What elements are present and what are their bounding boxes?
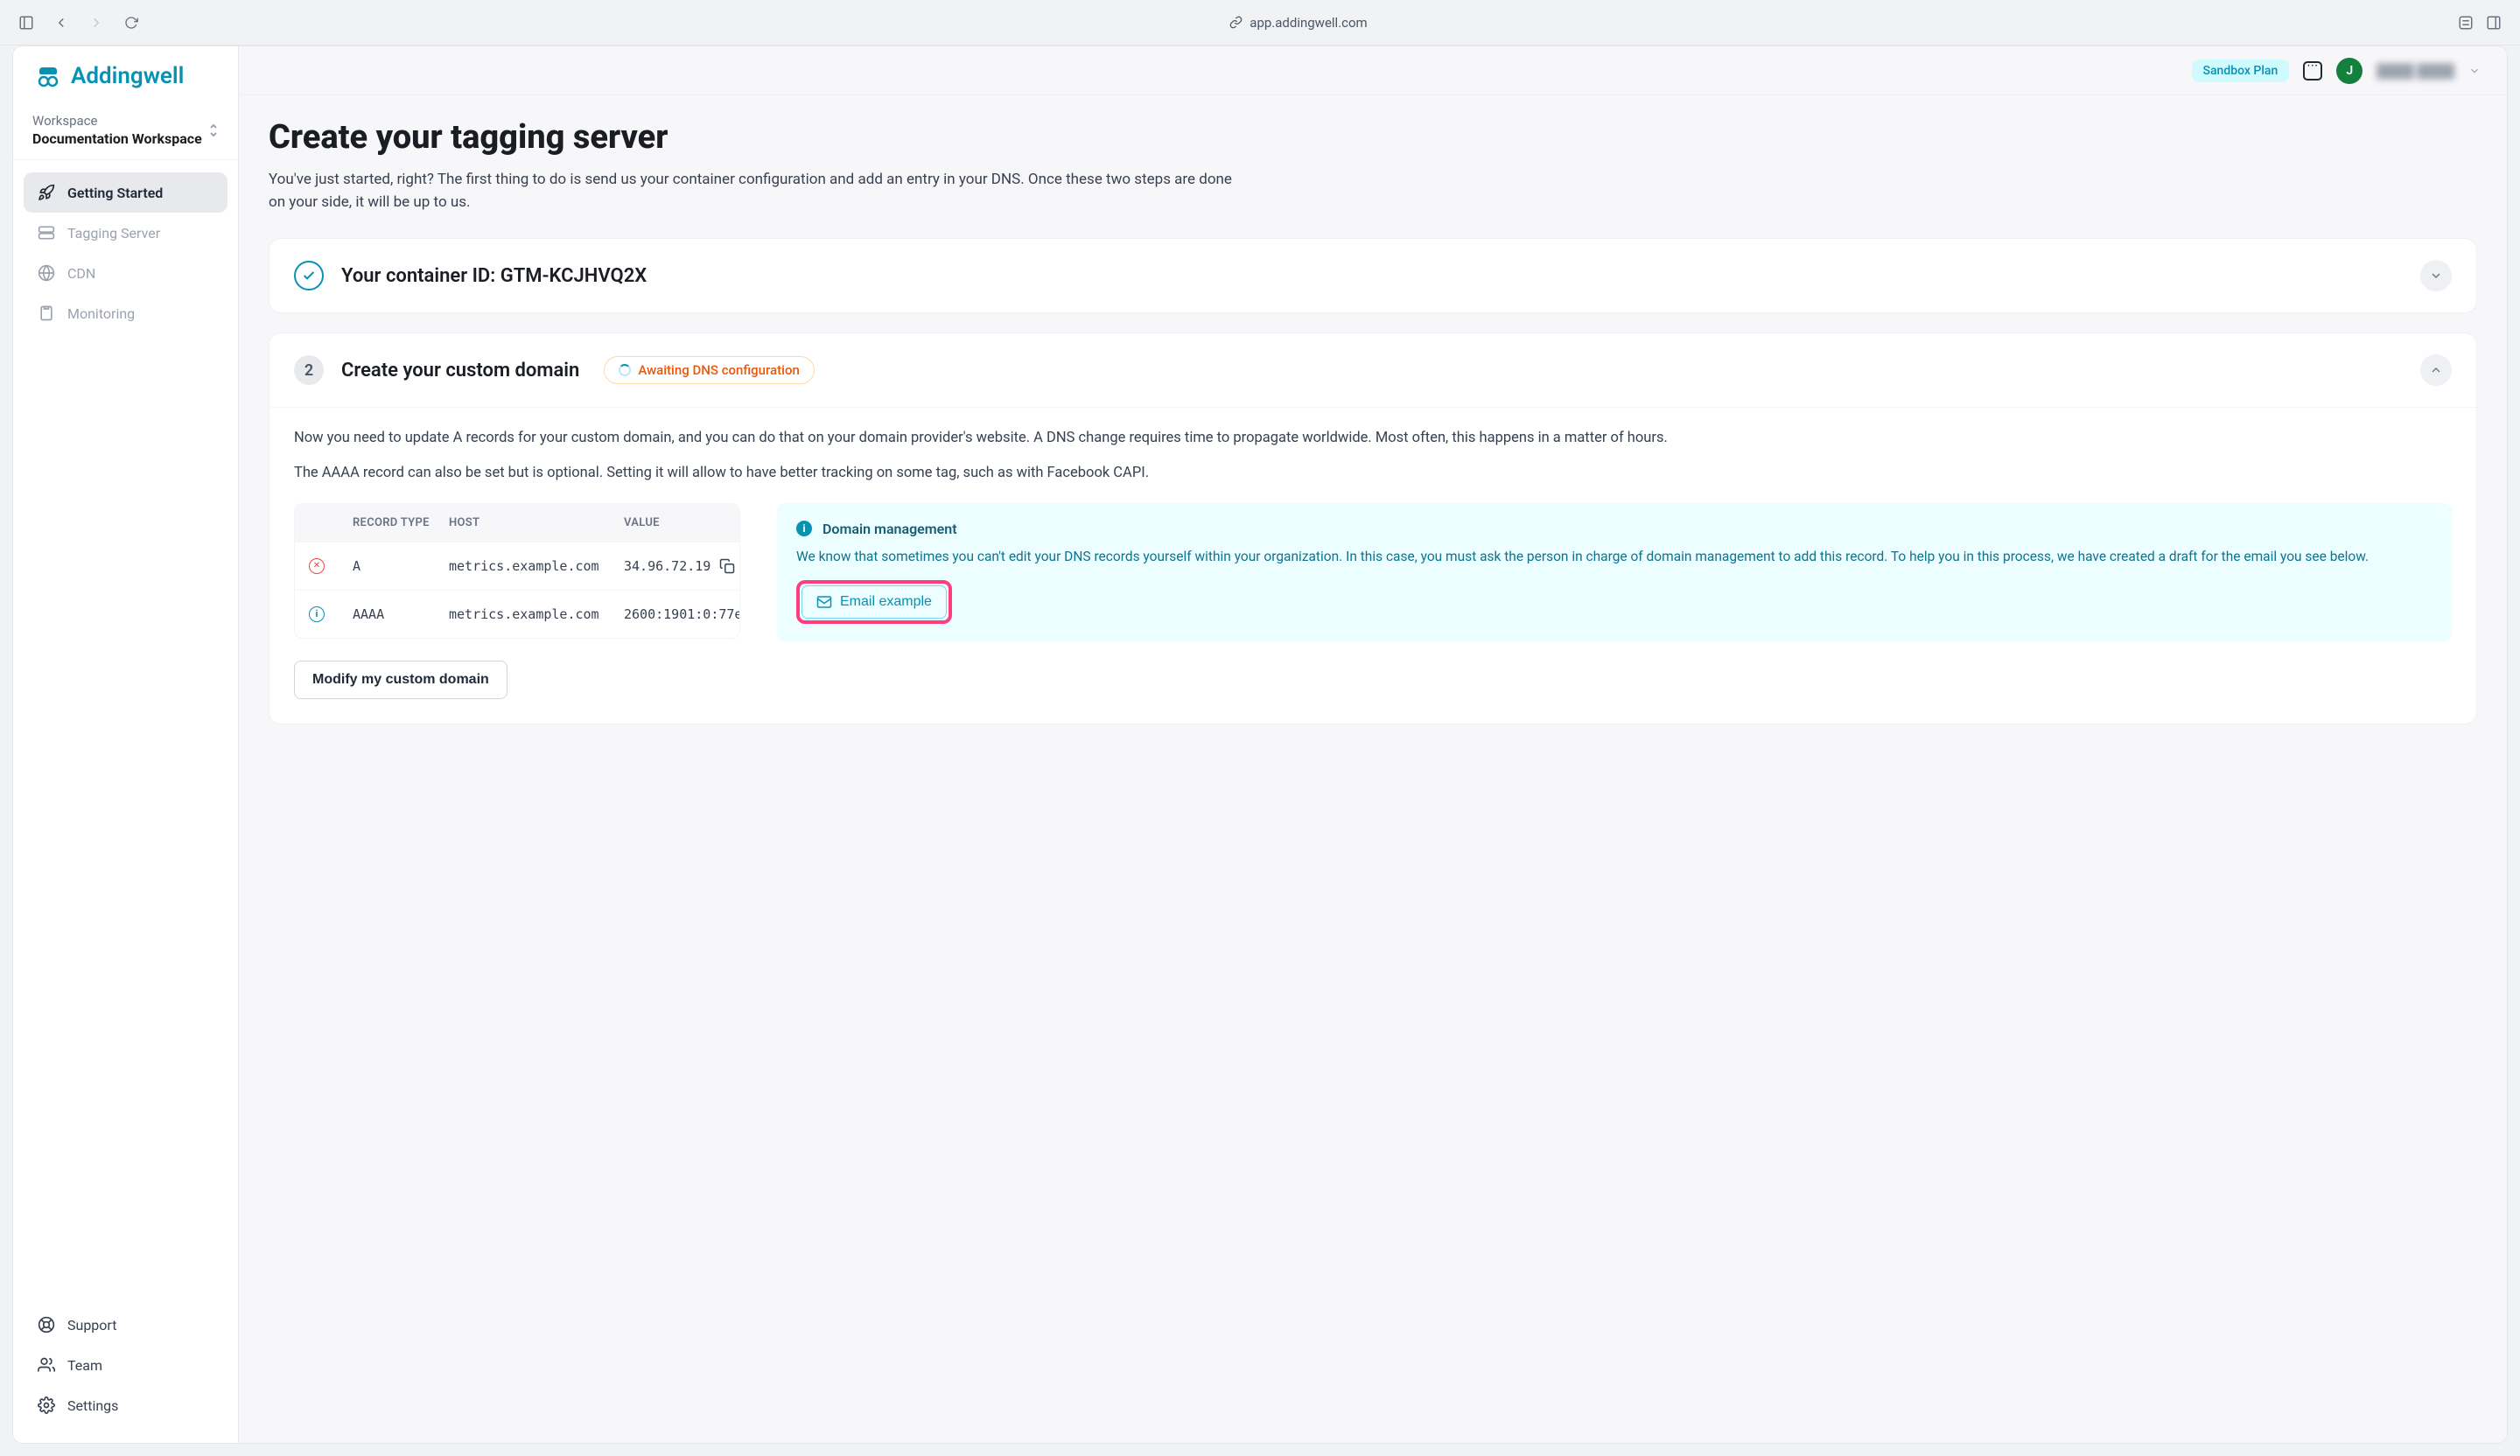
sidebar-bottom: Support Team Settings xyxy=(13,1296,238,1443)
sidebar-item-tagging-server[interactable]: Tagging Server xyxy=(24,213,228,253)
error-status-icon: ✕ xyxy=(309,558,325,574)
step1-header[interactable]: Your container ID: GTM-KCJHVQ2X xyxy=(270,239,2476,312)
info-box: i Domain management We know that sometim… xyxy=(777,503,2452,641)
chat-icon[interactable] xyxy=(2303,61,2322,80)
logo-mark-icon xyxy=(34,62,62,90)
app-window: Addingwell Workspace Documentation Works… xyxy=(12,46,2508,1444)
nav-label: Tagging Server xyxy=(67,225,160,242)
settings-chrome-icon[interactable] xyxy=(2457,14,2474,32)
info-icon: i xyxy=(796,521,812,536)
step2-body: Now you need to update A records for you… xyxy=(270,407,2476,724)
sidebar-toggle-icon[interactable] xyxy=(18,14,35,32)
url-bar[interactable]: app.addingwell.com xyxy=(158,15,2440,31)
table-row: i AAAA metrics.example.com 2600:1901:0:7… xyxy=(295,590,739,638)
primary-nav: Getting Started Tagging Server CDN Monit… xyxy=(13,160,238,1296)
mail-icon xyxy=(816,594,832,610)
lifebuoy-icon xyxy=(38,1316,55,1334)
step2-card: 2 Create your custom domain Awaiting DNS… xyxy=(269,332,2477,724)
page-subtitle: You've just started, right? The first th… xyxy=(269,169,1249,214)
avatar[interactable]: J xyxy=(2336,58,2362,84)
nav-label: Support xyxy=(67,1317,116,1334)
clipboard-icon xyxy=(38,304,55,322)
copy-icon[interactable] xyxy=(719,558,735,574)
record-value: 2600:1901:0:77e8:: xyxy=(624,606,740,622)
record-type: A xyxy=(353,558,440,574)
chevron-updown-icon xyxy=(208,122,219,138)
back-icon[interactable] xyxy=(52,14,70,32)
step2-title: Create your custom domain xyxy=(341,360,579,382)
record-type: AAAA xyxy=(353,606,440,622)
chevron-down-icon[interactable] xyxy=(2468,65,2481,77)
nav-label: Monitoring xyxy=(67,305,135,322)
workspace-label: Workspace xyxy=(32,113,202,129)
logo[interactable]: Addingwell xyxy=(13,46,238,101)
main: Sandbox Plan J ████ ████ Create your tag… xyxy=(239,46,2507,1443)
server-icon xyxy=(38,224,55,242)
record-host: metrics.example.com xyxy=(449,558,615,574)
logo-text: Addingwell xyxy=(71,63,184,89)
step1-card: Your container ID: GTM-KCJHVQ2X xyxy=(269,238,2477,313)
panel-chrome-icon[interactable] xyxy=(2485,14,2502,32)
sidebar-item-support[interactable]: Support xyxy=(24,1305,228,1345)
nav-label: CDN xyxy=(67,265,95,282)
nav-label: Settings xyxy=(67,1397,118,1414)
modify-domain-button[interactable]: Modify my custom domain xyxy=(294,661,508,699)
step2-para2: The AAAA record can also be set but is o… xyxy=(294,462,2452,485)
reload-icon[interactable] xyxy=(122,14,140,32)
sidebar-item-settings[interactable]: Settings xyxy=(24,1385,228,1425)
info-title: i Domain management xyxy=(796,521,2432,537)
step-number: 2 xyxy=(294,355,324,385)
dns-table: RECORD TYPE HOST VALUE ✕ A metrics.examp… xyxy=(294,503,740,639)
sidebar-item-monitoring[interactable]: Monitoring xyxy=(24,293,228,333)
record-value: 34.96.72.19 xyxy=(624,558,710,574)
rocket-icon xyxy=(38,184,55,201)
check-icon xyxy=(294,261,324,290)
workspace-name: Documentation Workspace xyxy=(32,130,202,147)
collapse-button[interactable] xyxy=(2420,354,2452,386)
topbar: Sandbox Plan J ████ ████ xyxy=(239,46,2507,95)
info-body: We know that sometimes you can't edit yo… xyxy=(796,546,2432,568)
nav-label: Getting Started xyxy=(67,185,163,201)
plan-badge[interactable]: Sandbox Plan xyxy=(2192,60,2290,82)
expand-button[interactable] xyxy=(2420,260,2452,291)
step2-para1: Now you need to update A records for you… xyxy=(294,427,2452,450)
workspace-selector[interactable]: Workspace Documentation Workspace xyxy=(13,101,238,160)
users-icon xyxy=(38,1356,55,1374)
highlight-annotation: Email example xyxy=(796,580,952,624)
step2-header[interactable]: 2 Create your custom domain Awaiting DNS… xyxy=(270,333,2476,407)
table-row: ✕ A metrics.example.com 34.96.72.19 xyxy=(295,542,739,590)
user-name: ████ ████ xyxy=(2376,63,2454,79)
step1-title: Your container ID: GTM-KCJHVQ2X xyxy=(341,265,647,287)
url-text: app.addingwell.com xyxy=(1250,15,1367,31)
nav-label: Team xyxy=(67,1357,102,1374)
browser-chrome: app.addingwell.com xyxy=(0,0,2520,46)
forward-icon xyxy=(88,14,105,32)
info-status-icon: i xyxy=(309,606,325,622)
email-example-button[interactable]: Email example xyxy=(802,585,947,619)
page-title: Create your tagging server xyxy=(269,118,2477,157)
sidebar-item-team[interactable]: Team xyxy=(24,1345,228,1385)
content: Create your tagging server You've just s… xyxy=(239,95,2507,766)
sidebar-item-cdn[interactable]: CDN xyxy=(24,253,228,293)
gear-icon xyxy=(38,1396,55,1414)
spinner-icon xyxy=(619,364,631,376)
sidebar-item-getting-started[interactable]: Getting Started xyxy=(24,172,228,213)
record-host: metrics.example.com xyxy=(449,606,615,622)
table-header: RECORD TYPE HOST VALUE xyxy=(295,504,739,542)
status-badge: Awaiting DNS configuration xyxy=(604,356,815,384)
globe-icon xyxy=(38,264,55,282)
sidebar: Addingwell Workspace Documentation Works… xyxy=(13,46,239,1443)
